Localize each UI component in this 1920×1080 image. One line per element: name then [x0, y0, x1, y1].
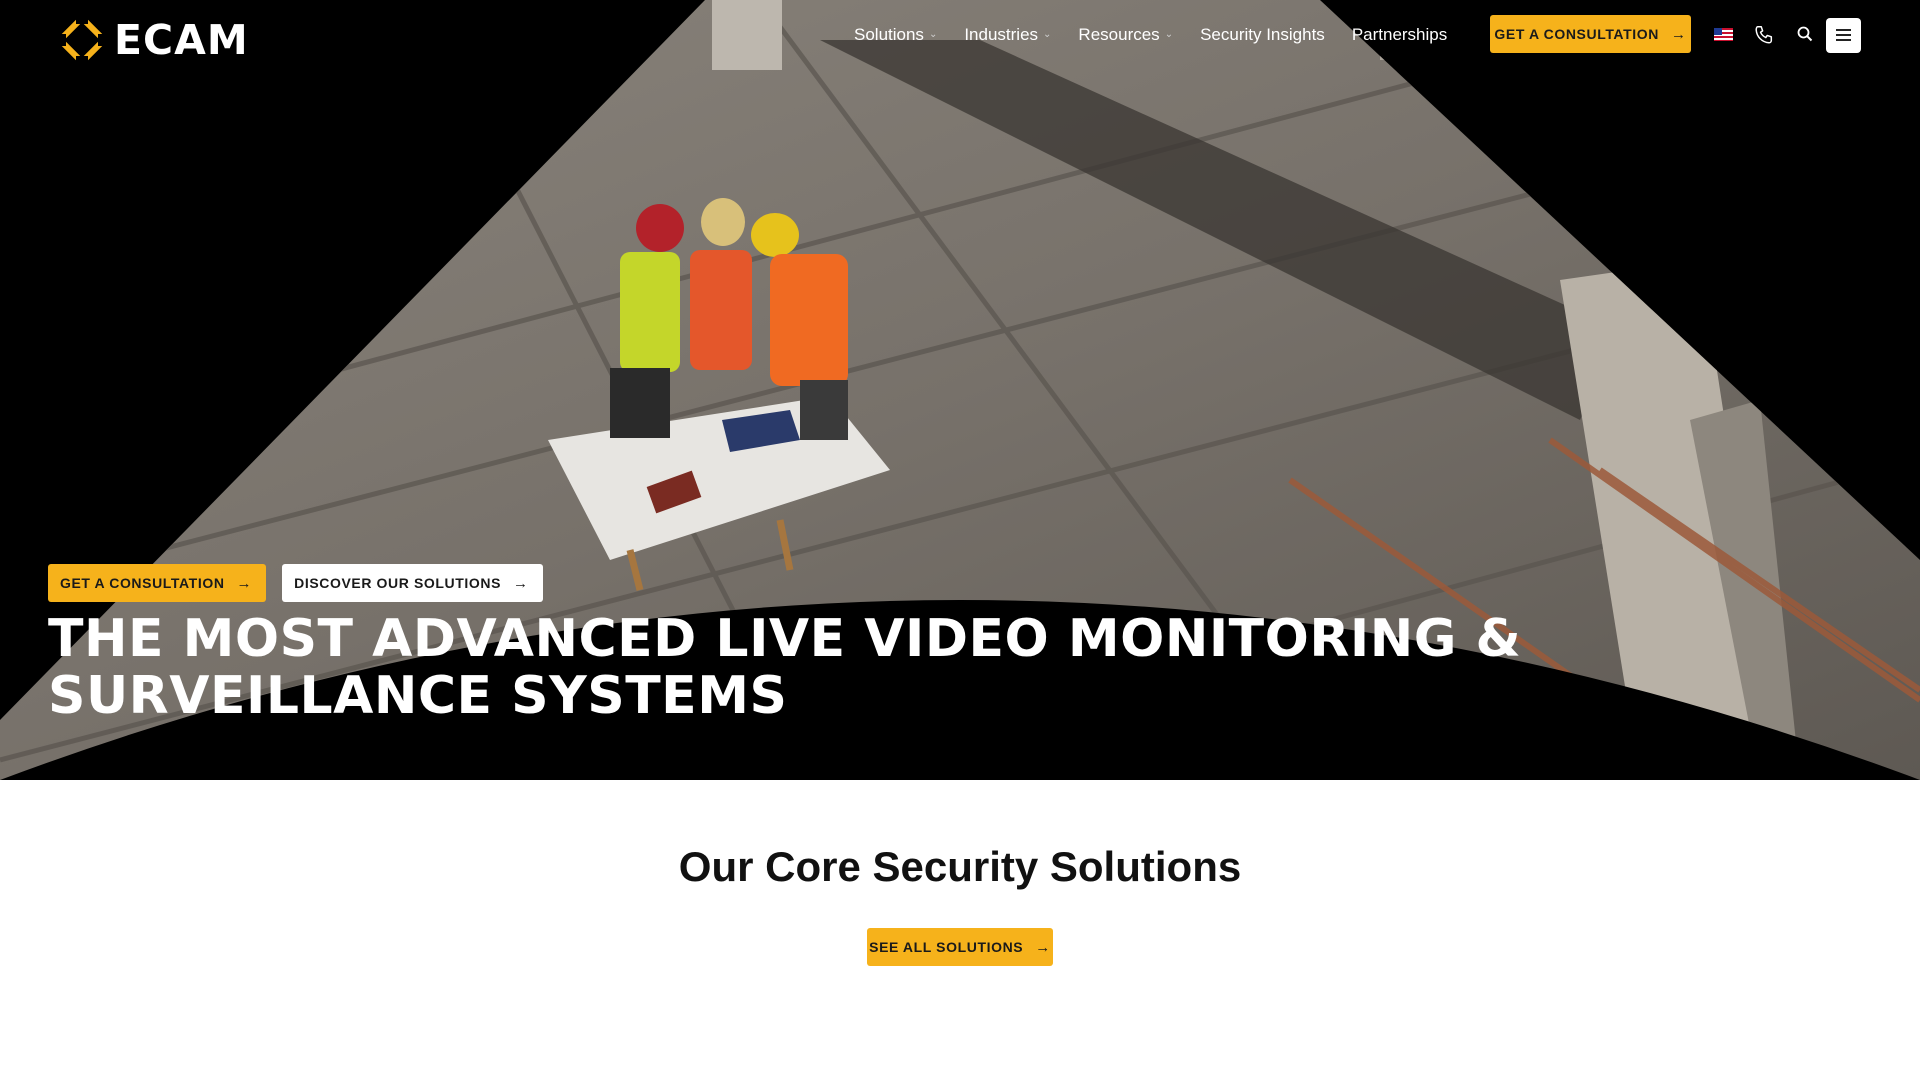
chevron-down-icon: ⌄ — [1164, 29, 1174, 40]
core-solutions-heading: Our Core Security Solutions — [678, 843, 1242, 890]
main-nav: Solutions ⌄ Industries ⌄ Resources ⌄ Sec… — [854, 20, 1474, 50]
button-label: DISCOVER OUR SOLUTIONS — [294, 575, 502, 591]
discover-solutions-button[interactable]: DISCOVER OUR SOLUTIONS → — [282, 564, 543, 602]
nav-item-security-insights[interactable]: Security Insights — [1200, 20, 1325, 50]
ecam-logo[interactable]: ECAM — [58, 16, 249, 64]
button-label: GET A CONSULTATION — [1494, 26, 1659, 42]
arrow-right-icon: → — [1035, 938, 1051, 956]
phone-icon[interactable] — [1753, 24, 1775, 46]
headline-line-1: THE MOST ADVANCED LIVE VIDEO MONITORING … — [48, 609, 1522, 669]
nav-item-industries[interactable]: Industries ⌄ — [964, 20, 1051, 50]
nav-item-resources[interactable]: Resources ⌄ — [1078, 20, 1173, 50]
chevron-down-icon: ⌄ — [928, 29, 938, 40]
hamburger-menu-icon[interactable] — [1826, 18, 1861, 53]
logo-diamond-icon — [58, 16, 106, 64]
nav-item-label: Resources — [1078, 25, 1160, 44]
chevron-down-icon: ⌄ — [1043, 29, 1052, 40]
hero-headline: THE MOST ADVANCED LIVE VIDEO MONITORING … — [48, 611, 1868, 725]
headline-line-2: SURVEILLANCE SYSTEMS — [48, 666, 788, 726]
menu-bar — [1836, 39, 1851, 41]
nav-item-partnerships[interactable]: Partnerships — [1352, 20, 1447, 50]
hero-cta-group: GET A CONSULTATION → DISCOVER OUR SOLUTI… — [48, 564, 543, 602]
nav-item-label: Security Insights — [1200, 25, 1325, 44]
arrow-right-icon: → — [1670, 25, 1687, 43]
menu-bar — [1836, 29, 1851, 31]
site-header: ECAM Solutions ⌄ Industries ⌄ Resources … — [0, 0, 1920, 72]
search-icon[interactable] — [1796, 25, 1814, 43]
nav-item-label: Industries — [964, 25, 1039, 44]
nav-item-label: Partnerships — [1351, 25, 1448, 44]
see-all-solutions-button[interactable]: SEE ALL SOLUTIONS → — [867, 928, 1053, 966]
nav-item-label: Solutions — [854, 25, 924, 44]
button-label: SEE ALL SOLUTIONS — [869, 939, 1024, 955]
menu-bar — [1836, 34, 1851, 36]
button-label: GET A CONSULTATION — [60, 575, 225, 591]
logo-wordmark: ECAM — [114, 16, 249, 64]
arrow-right-icon: → — [236, 574, 253, 592]
header-consultation-button[interactable]: GET A CONSULTATION → — [1490, 15, 1691, 53]
us-flag-icon[interactable] — [1714, 28, 1733, 41]
hero-consultation-button[interactable]: GET A CONSULTATION → — [48, 564, 267, 602]
arrow-right-icon: → — [513, 574, 529, 592]
nav-item-solutions[interactable]: Solutions ⌄ — [854, 20, 937, 50]
